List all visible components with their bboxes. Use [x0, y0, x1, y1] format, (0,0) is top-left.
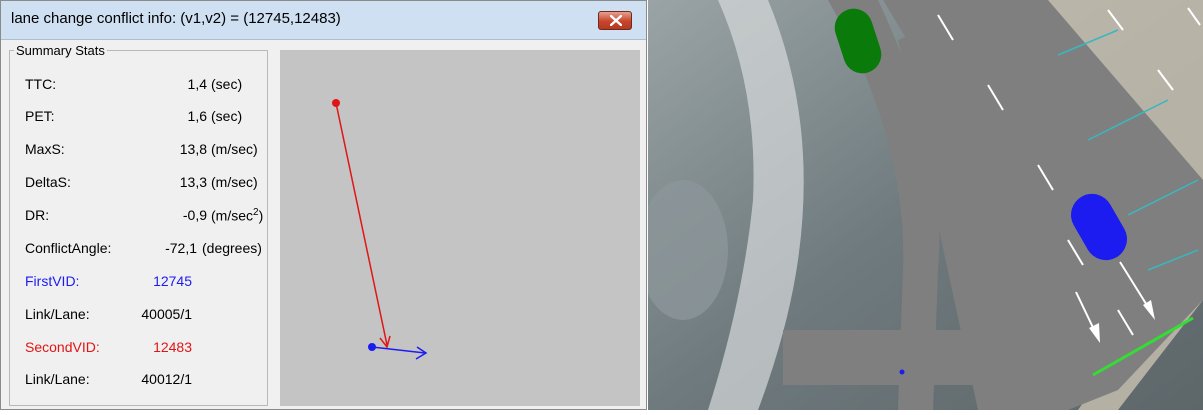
stat-value: 1,4 — [187, 76, 207, 92]
summary-stats-group: Summary Stats TTC: 1,4 (sec) PET: 1,6 (s… — [9, 43, 269, 406]
close-icon — [610, 15, 622, 26]
second-link-label: Link/Lane: — [25, 371, 90, 387]
stat-row-conflict-angle: ConflictAngle: -72,1 (degrees) — [10, 240, 269, 260]
second-vehicle-origin — [332, 99, 340, 107]
second-vid-row: SecondVID: 12483 — [10, 339, 269, 359]
stat-unit: (m/sec2) — [211, 207, 263, 224]
first-vid-value: 12745 — [153, 273, 192, 289]
stat-unit: (degrees) — [202, 240, 262, 256]
stat-row-pet: PET: 1,6 (sec) — [10, 108, 269, 128]
stat-row-maxs: MaxS: 13,8 (m/sec) — [10, 141, 269, 161]
stat-row-dr: DR: -0,9 (m/sec2) — [10, 207, 269, 227]
stat-label: PET: — [25, 108, 55, 124]
first-link-label: Link/Lane: — [25, 306, 90, 322]
stat-value: 13,3 — [179, 174, 207, 190]
summary-stats-legend: Summary Stats — [14, 43, 107, 58]
conflict-vector-plot — [280, 50, 640, 406]
first-link-value: 40005/1 — [141, 306, 192, 322]
cross-road — [783, 330, 1053, 385]
first-vid-label: FirstVID: — [25, 273, 80, 289]
window-title: lane change conflict info: (v1,v2) = (12… — [11, 10, 341, 27]
aerial-map-view[interactable] — [638, 0, 1203, 410]
conflict-info-dialog: lane change conflict info: (v1,v2) = (12… — [0, 0, 647, 410]
stat-unit-close: ) — [258, 207, 264, 224]
stat-unit: (m/sec) — [211, 141, 258, 157]
second-vehicle-vector — [335, 102, 388, 346]
stat-label: ConflictAngle: — [25, 240, 112, 256]
map-canvas — [638, 0, 1203, 410]
stat-value: 1,6 — [187, 108, 207, 124]
first-vehicle-origin — [368, 343, 376, 351]
first-link-row: Link/Lane: 40005/1 — [10, 306, 269, 326]
second-link-value: 40012/1 — [141, 371, 192, 387]
stat-label: TTC: — [25, 76, 57, 92]
stat-label: MaxS: — [25, 141, 65, 157]
stat-unit: (m/sec) — [211, 174, 258, 190]
map-point-marker — [899, 369, 905, 375]
stat-row-deltas: DeltaS: 13,3 (m/sec) — [10, 174, 269, 194]
stat-unit-base: (m/sec — [211, 207, 253, 224]
stat-label: DR: — [25, 207, 50, 223]
stat-unit: (sec) — [211, 108, 243, 124]
stat-label: DeltaS: — [25, 174, 71, 190]
vector-plot-canvas — [332, 99, 428, 360]
stat-value: 13,8 — [179, 141, 207, 157]
stat-unit: (sec) — [211, 76, 243, 92]
first-vid-row: FirstVID: 12745 — [10, 273, 269, 293]
second-vid-value: 12483 — [153, 339, 192, 355]
title-bar[interactable]: lane change conflict info: (v1,v2) = (12… — [1, 1, 646, 40]
second-vid-label: SecondVID: — [25, 339, 100, 355]
stat-value: -0,9 — [182, 207, 207, 223]
stat-row-ttc: TTC: 1,4 (sec) — [10, 76, 269, 96]
second-link-row: Link/Lane: 40012/1 — [10, 371, 269, 391]
stat-value: -72,1 — [165, 240, 197, 256]
close-button[interactable] — [598, 11, 632, 30]
